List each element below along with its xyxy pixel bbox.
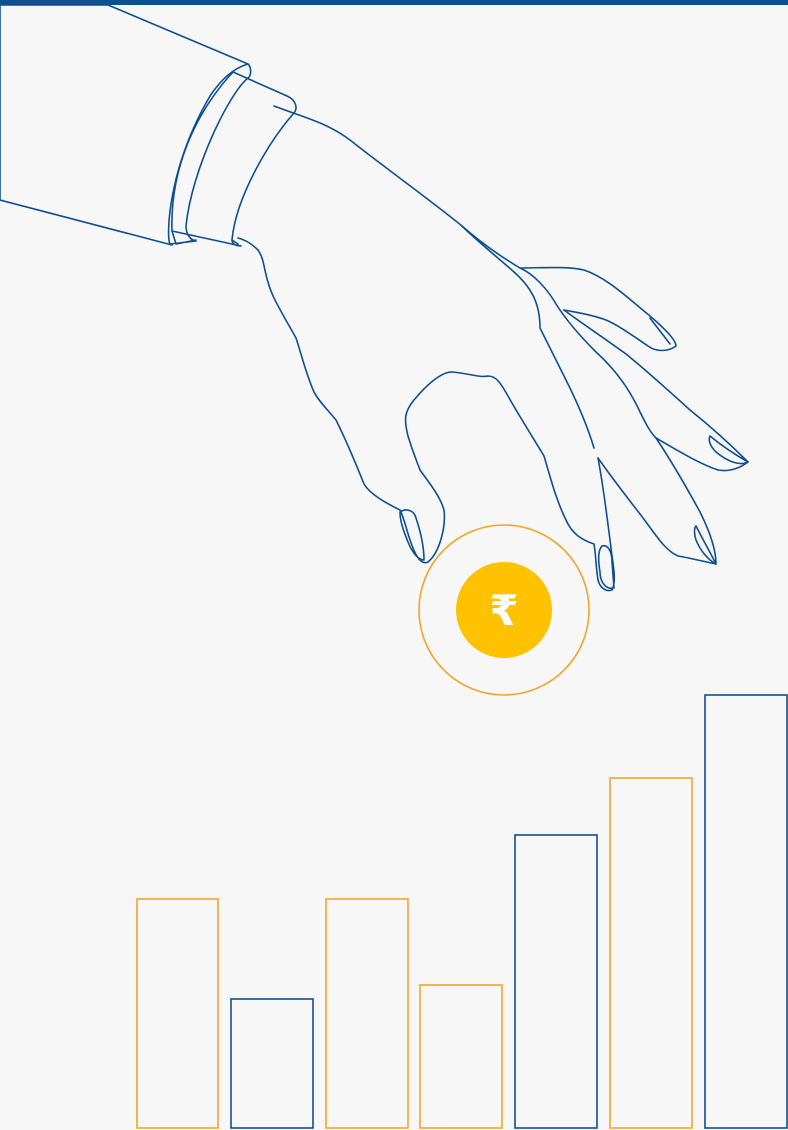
hand-coin-growth-illustration: ₹ [0,4,788,1129]
bar-2 [230,998,314,1129]
sleeve-outline [0,4,297,247]
coin: ₹ [418,524,590,696]
bar-4 [419,984,503,1129]
bar-6 [609,777,693,1129]
bar-3 [325,898,409,1129]
bar-1 [136,898,219,1129]
bar-5 [514,834,598,1129]
rupee-icon: ₹ [489,586,518,635]
hand-outline [237,105,749,592]
bar-7 [704,694,788,1129]
growth-bars [136,694,788,1129]
